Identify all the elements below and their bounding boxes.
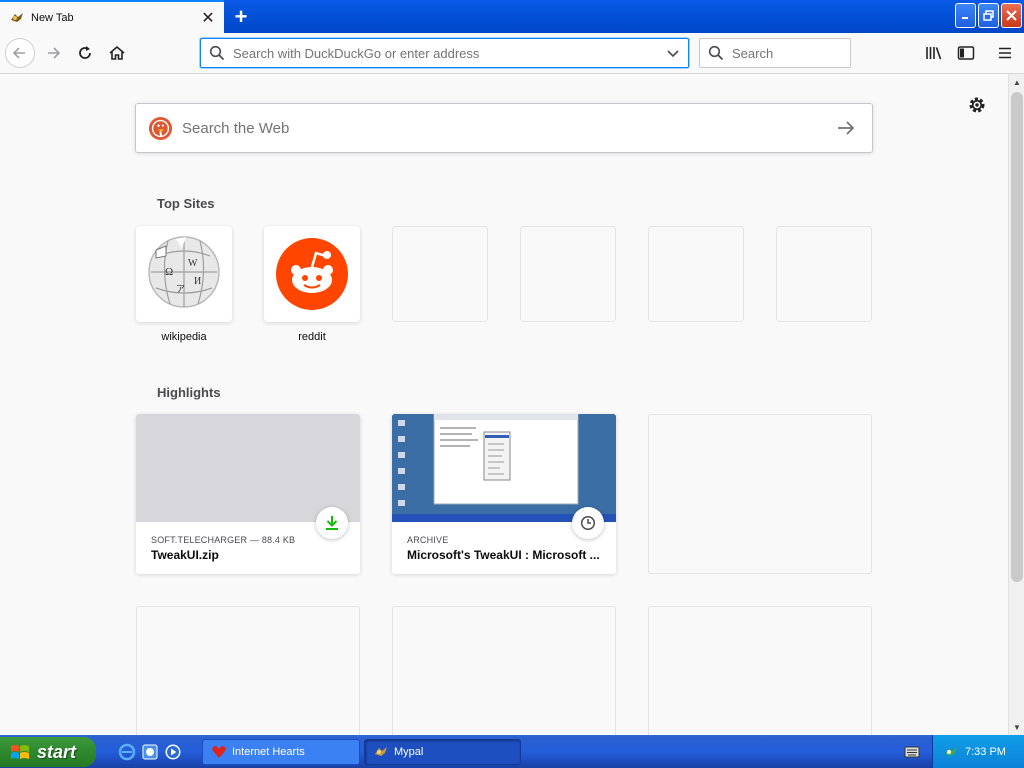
task-mypal[interactable]: Mypal <box>364 739 521 765</box>
top-site-reddit[interactable] <box>264 226 360 322</box>
wikipedia-globe-icon: Ω W И ア <box>148 236 220 308</box>
home-icon <box>109 45 125 60</box>
new-tab-page: Search the Web Top Sites Ω W И ア wikiped… <box>0 74 1008 735</box>
download-icon <box>326 516 338 530</box>
internet-explorer-icon[interactable] <box>118 743 136 761</box>
card-preview-screenshot <box>392 414 616 522</box>
library-button[interactable] <box>920 39 948 67</box>
web-search-input[interactable]: Search the Web <box>182 120 834 137</box>
highlight-empty <box>392 606 616 735</box>
start-button[interactable]: start <box>0 737 96 767</box>
tray-app-icon[interactable] <box>943 744 959 760</box>
restore-icon <box>983 10 994 21</box>
restore-button[interactable] <box>978 3 999 28</box>
close-window-button[interactable] <box>1001 3 1022 28</box>
close-icon <box>1006 10 1017 21</box>
gear-icon[interactable] <box>966 94 988 116</box>
system-tray: 7:33 PM <box>932 735 1024 768</box>
svg-text:Ω: Ω <box>165 266 173 278</box>
card-title: Microsoft's TweakUI : Microsoft ... <box>407 548 600 562</box>
new-tab-button[interactable]: + <box>228 4 254 30</box>
tab-close-icon[interactable]: ✕ <box>198 8 218 28</box>
mypal-favicon-icon <box>11 12 23 22</box>
hearts-icon <box>212 746 226 758</box>
top-site-label: reddit <box>298 331 326 343</box>
task-label: Internet Hearts <box>232 746 305 758</box>
show-desktop-icon[interactable] <box>141 743 159 761</box>
back-button[interactable] <box>5 38 35 68</box>
home-button[interactable] <box>103 39 131 67</box>
keyboard-icon[interactable] <box>904 745 920 759</box>
top-site-empty <box>648 226 744 322</box>
media-player-icon[interactable] <box>164 743 182 761</box>
reload-icon <box>79 46 91 59</box>
search-bar[interactable]: Search <box>699 38 851 68</box>
reload-button[interactable] <box>71 39 99 67</box>
card-source: SOFT.TELECHARGER — 88.4 KB <box>151 535 296 545</box>
search-icon <box>209 45 225 61</box>
scroll-thumb[interactable] <box>1011 92 1023 582</box>
top-site-empty <box>392 226 488 322</box>
minimize-icon <box>962 17 968 19</box>
hamburger-menu-icon <box>999 47 1011 59</box>
forward-arrow-icon <box>48 47 61 59</box>
scroll-down-arrow-icon[interactable]: ▼ <box>1009 719 1024 735</box>
windows-flag-icon <box>11 745 29 759</box>
clock[interactable]: 7:33 PM <box>965 746 1006 758</box>
highlight-empty <box>648 606 872 735</box>
start-label: start <box>37 741 77 762</box>
card-preview <box>136 414 360 522</box>
highlight-card[interactable]: ARCHIVE Microsoft's TweakUI : Microsoft … <box>392 414 616 574</box>
task-label: Mypal <box>394 746 424 758</box>
duckduckgo-logo-icon <box>148 116 173 140</box>
search-icon <box>708 45 724 61</box>
vertical-scrollbar[interactable]: ▲ ▼ <box>1008 74 1024 735</box>
highlight-card[interactable]: SOFT.TELECHARGER — 88.4 KB TweakUI.zip <box>136 414 360 574</box>
top-site-empty <box>776 226 872 322</box>
tab-new-tab[interactable]: New Tab ✕ <box>0 0 224 33</box>
search-input[interactable]: Search <box>732 46 773 61</box>
nav-bar: Search with DuckDuckGo or enter address … <box>0 33 1024 74</box>
sidebar-button[interactable] <box>952 39 980 67</box>
card-source: ARCHIVE <box>407 535 449 545</box>
highlights-heading: Highlights <box>157 385 221 400</box>
screenshot-thumbnail <box>392 414 616 522</box>
tab-title: New Tab <box>31 11 74 24</box>
card-badge <box>316 507 348 539</box>
clock-icon <box>580 515 596 531</box>
taskbar: start Internet Hearts Mypal 7:33 PM <box>0 735 1024 768</box>
task-internet-hearts[interactable]: Internet Hearts <box>202 739 360 765</box>
tab-bar: New Tab ✕ + <box>0 0 1024 33</box>
chevron-down-icon[interactable] <box>666 46 680 60</box>
top-site-wikipedia[interactable]: Ω W И ア <box>136 226 232 322</box>
url-bar[interactable]: Search with DuckDuckGo or enter address <box>200 38 689 68</box>
minimize-button[interactable] <box>955 3 976 28</box>
reddit-alien-icon <box>276 238 348 310</box>
web-search-box[interactable]: Search the Web <box>135 103 873 153</box>
svg-text:И: И <box>194 276 201 287</box>
arrow-right-icon[interactable] <box>834 116 858 140</box>
svg-text:ア: ア <box>176 284 185 294</box>
top-site-label: wikipedia <box>161 331 207 343</box>
svg-text:W: W <box>188 258 198 269</box>
scroll-up-arrow-icon[interactable]: ▲ <box>1009 74 1024 90</box>
top-sites-heading: Top Sites <box>157 196 215 211</box>
card-badge <box>572 507 604 539</box>
url-input[interactable]: Search with DuckDuckGo or enter address <box>233 46 666 61</box>
sidebar-icon <box>957 46 975 60</box>
highlight-empty <box>136 606 360 735</box>
highlight-empty <box>648 414 872 574</box>
menu-button[interactable] <box>991 39 1019 67</box>
back-arrow-icon <box>12 47 25 59</box>
forward-button[interactable] <box>39 39 67 67</box>
top-site-empty <box>520 226 616 322</box>
card-title: TweakUI.zip <box>151 548 219 562</box>
mypal-icon <box>375 747 387 756</box>
library-icon <box>926 47 942 60</box>
